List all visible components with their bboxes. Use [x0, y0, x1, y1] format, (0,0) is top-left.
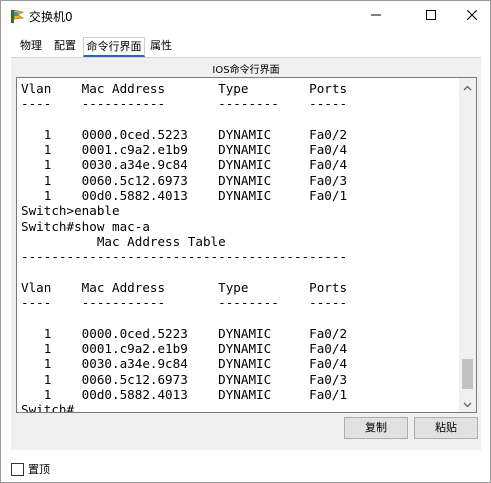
tab-cli[interactable]: 命令行界面	[83, 37, 145, 57]
terminal-line: ---- ----------- -------- -----	[21, 295, 348, 311]
tab-bar: 物理 配置 命令行界面 属性	[11, 37, 481, 57]
title-bar[interactable]: 交换机0	[1, 1, 490, 31]
scrollbar-thumb[interactable]	[462, 359, 473, 389]
minimize-button[interactable]	[353, 1, 399, 31]
panel-caption: IOS命令行界面	[212, 65, 280, 76]
terminal-line: ---- ----------- -------- -----	[21, 96, 348, 112]
terminal-line: 1 0060.5c12.6973 DYNAMIC Fa0/3	[21, 371, 348, 387]
terminal-line: 1 0001.c9a2.e1b9 DYNAMIC Fa0/4	[21, 341, 348, 357]
window-title: 交换机0	[29, 10, 73, 24]
terminal-line: Switch#show mac-a	[21, 218, 150, 234]
terminal-line: 1 0000.0ced.5223 DYNAMIC Fa0/2	[21, 325, 348, 341]
paste-button[interactable]: 粘贴	[414, 417, 478, 439]
maximize-button[interactable]	[408, 1, 454, 31]
always-on-top-label: 置顶	[28, 463, 50, 476]
copy-button[interactable]: 复制	[344, 417, 408, 439]
always-on-top-toggle[interactable]: 置顶	[11, 461, 50, 477]
terminal-output[interactable]: Vlan Mac Address Type Ports ---- --------…	[21, 81, 457, 412]
close-button[interactable]	[449, 1, 491, 31]
scroll-up-button[interactable]	[459, 78, 476, 95]
terminal-line: Mac Address Table	[21, 233, 226, 249]
terminal-line: ----------------------------------------…	[21, 249, 348, 265]
terminal-line: 1 0030.a34e.9c84 DYNAMIC Fa0/4	[21, 157, 348, 173]
terminal-line: Switch#	[21, 402, 75, 412]
terminal-scrollbar[interactable]	[459, 78, 476, 412]
scroll-down-button[interactable]	[459, 395, 476, 412]
minimize-icon	[371, 9, 381, 23]
tab-physical[interactable]: 物理	[15, 37, 47, 55]
terminal-console[interactable]: Vlan Mac Address Type Ports ---- --------…	[16, 77, 477, 413]
terminal-line: Vlan Mac Address Type Ports	[21, 81, 348, 96]
device-window: 交换机0 物理 配置 命令行界面 属性 IOS命令行界面 Vlan Mac Ad…	[0, 0, 491, 483]
terminal-line: Switch>enable	[21, 203, 120, 219]
terminal-line: 1 0030.a34e.9c84 DYNAMIC Fa0/4	[21, 356, 348, 372]
terminal-line: 1 0000.0ced.5223 DYNAMIC Fa0/2	[21, 126, 348, 142]
cli-panel: IOS命令行界面 Vlan Mac Address Type Ports ----…	[11, 58, 481, 450]
switch-icon	[9, 8, 25, 24]
chevron-up-icon	[463, 80, 472, 94]
terminal-line: Vlan Mac Address Type Ports	[21, 279, 348, 295]
terminal-line: 1 0060.5c12.6973 DYNAMIC Fa0/3	[21, 172, 348, 188]
chevron-down-icon	[463, 397, 472, 411]
close-icon	[466, 9, 478, 23]
tab-attributes[interactable]: 属性	[146, 37, 176, 55]
maximize-icon	[426, 9, 436, 23]
terminal-line: 1 0001.c9a2.e1b9 DYNAMIC Fa0/4	[21, 142, 348, 158]
terminal-line: 1 00d0.5882.4013 DYNAMIC Fa0/1	[21, 386, 348, 402]
tab-config[interactable]: 配置	[50, 37, 80, 55]
terminal-line: 1 00d0.5882.4013 DYNAMIC Fa0/1	[21, 188, 348, 204]
always-on-top-checkbox[interactable]	[11, 462, 24, 476]
